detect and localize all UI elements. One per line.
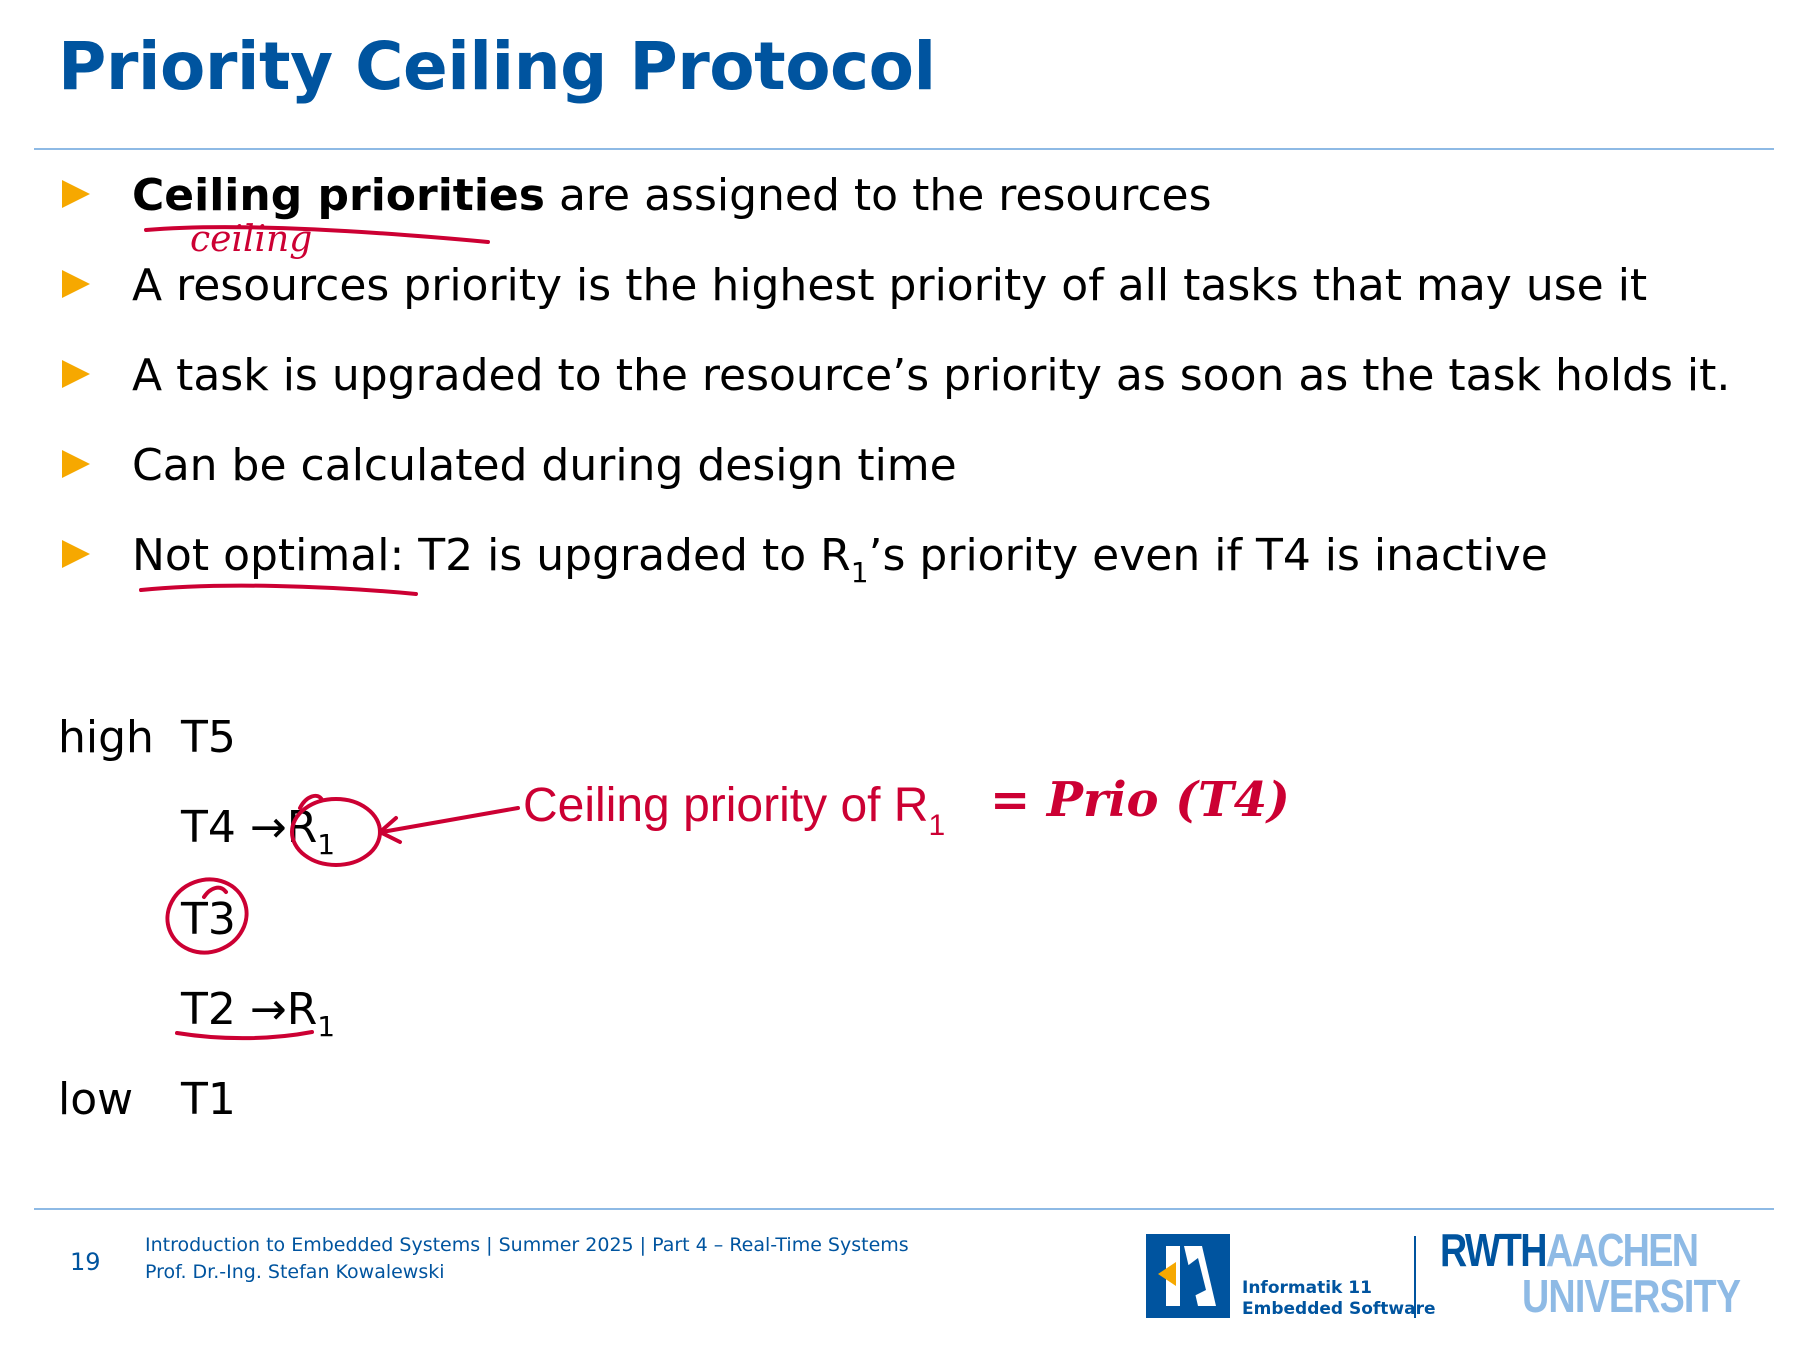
aachen-logo-text: AACHEN xyxy=(1545,1224,1699,1276)
footer-info: Introduction to Embedded Systems | Summe… xyxy=(145,1232,909,1286)
informatik-logo-icon xyxy=(1146,1234,1230,1318)
task-t3: T3 xyxy=(181,894,236,945)
footer-course-line: Introduction to Embedded Systems | Summe… xyxy=(145,1234,909,1256)
slide-title: Priority Ceiling Protocol xyxy=(58,28,936,105)
bullet-triangle-icon xyxy=(62,450,90,478)
subscript: 1 xyxy=(317,1010,336,1043)
task-t4: T4 →R1 xyxy=(181,798,336,861)
priority-level-high: high xyxy=(58,712,154,763)
task-t4-label: T4 →R xyxy=(181,802,318,853)
page-number: 19 xyxy=(70,1248,101,1276)
bullet-triangle-icon xyxy=(62,270,90,298)
title-divider xyxy=(34,148,1774,150)
priority-level-low: low xyxy=(58,1074,134,1125)
department-line1: Informatik 11 xyxy=(1242,1278,1372,1298)
department-line2: Embedded Software xyxy=(1242,1299,1436,1319)
bullet-text: A resources priority is the highest prio… xyxy=(132,260,1648,311)
subscript: 1 xyxy=(850,556,869,589)
task-t2-label: T2 →R xyxy=(181,984,318,1035)
logo-separator xyxy=(1414,1236,1416,1318)
ceiling-callout: Ceiling priority of R1 xyxy=(523,776,945,841)
footer-divider xyxy=(34,1208,1774,1210)
handwritten-prio-note: = Prio (T4) xyxy=(990,772,1290,828)
subscript: 1 xyxy=(928,809,946,842)
callout-arrow xyxy=(380,806,520,834)
bullet-triangle-icon xyxy=(62,360,90,388)
bullet-text: are assigned to the resources xyxy=(544,170,1212,221)
university-logo-text: UNIVERSITY xyxy=(1522,1270,1741,1322)
task-t5: T5 xyxy=(181,712,236,763)
task-t2: T2 →R1 xyxy=(181,980,336,1043)
bullet-text: Can be calculated during design time xyxy=(132,440,957,491)
footer-author-line: Prof. Dr.-Ing. Stefan Kowalewski xyxy=(145,1261,445,1283)
subscript: 1 xyxy=(317,828,336,861)
task-t1: T1 xyxy=(181,1074,236,1125)
bullet-text: ’s priority even if T4 is inactive xyxy=(868,530,1548,581)
underline-not-optimal xyxy=(139,583,418,596)
arrowhead-icon xyxy=(378,816,402,844)
bullet-triangle-icon xyxy=(62,540,90,568)
bullet-triangle-icon xyxy=(62,180,90,208)
bullet-bold-text: Ceiling priorities xyxy=(132,170,545,221)
department-label: Informatik 11 Embedded Software xyxy=(1242,1278,1436,1320)
callout-text: Ceiling priority of R xyxy=(523,779,929,832)
rwth-logo: RWTHAACHEN xyxy=(1440,1224,1699,1276)
bullet-text: A task is upgraded to the resource’s pri… xyxy=(132,350,1731,401)
rwth-logo-text: RWTH xyxy=(1440,1224,1548,1276)
bullet-text: Not optimal: T2 is upgraded to R xyxy=(132,530,851,581)
handwritten-ceiling-note: ceiling xyxy=(190,219,313,260)
